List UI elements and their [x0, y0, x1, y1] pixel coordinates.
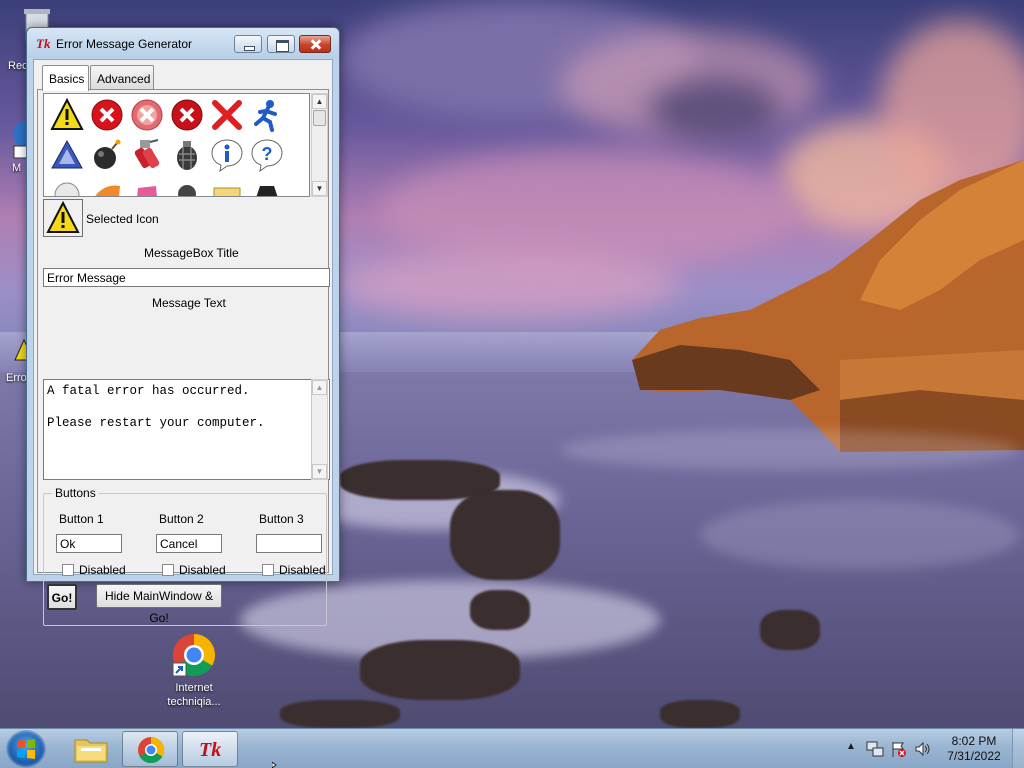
- tk-app-icon: Tk: [36, 36, 51, 51]
- hide-mainwindow-go-button[interactable]: Hide MainWindow & Go!: [96, 584, 222, 625]
- desktop-icon-label: Internet techniqia...: [167, 682, 221, 708]
- message-text-scrollbar[interactable]: ▲ ▼: [311, 379, 328, 480]
- button1-disabled-label: Disabled: [79, 563, 126, 577]
- close-button[interactable]: [299, 35, 331, 53]
- question-icon[interactable]: ?: [250, 138, 284, 172]
- button3-text-input[interactable]: [256, 534, 322, 553]
- scrollbar-thumb[interactable]: [313, 110, 326, 126]
- button3-disabled-label: Disabled: [279, 563, 326, 577]
- title-bar[interactable]: Tk Error Message Generator: [27, 28, 339, 58]
- dynamite-icon[interactable]: [130, 138, 164, 172]
- window-title: Error Message Generator: [56, 37, 193, 51]
- warning-icon[interactable]: [50, 98, 84, 132]
- icon-picker-list[interactable]: ?: [43, 93, 310, 197]
- hazard-triangle-icon[interactable]: [50, 138, 84, 172]
- messagebox-title-input[interactable]: Error Message: [43, 268, 330, 287]
- taskbar: Tk ▲ 8:02 PM 7/31/2022: [0, 728, 1024, 768]
- start-button[interactable]: [6, 730, 46, 768]
- gear-figure-icon[interactable]: [170, 178, 204, 197]
- go-button[interactable]: Go!: [47, 584, 77, 610]
- selected-icon-label: Selected Icon: [86, 212, 159, 226]
- maximize-button[interactable]: [267, 35, 295, 53]
- scroll-down-arrow-icon[interactable]: ▼: [312, 464, 327, 479]
- error-message-generator-window: Tk Error Message Generator Basics Advanc…: [26, 27, 340, 626]
- desktop-icon-chrome-shortcut[interactable]: Internet techniqia...: [156, 633, 232, 709]
- taskbar-chrome[interactable]: [122, 731, 178, 767]
- selected-icon-preview[interactable]: [43, 199, 83, 237]
- button2-text-input[interactable]: Cancel: [156, 534, 222, 553]
- scroll-down-arrow-icon[interactable]: ▼: [312, 181, 327, 196]
- taskbar-file-explorer[interactable]: [62, 731, 118, 767]
- basics-tab-panel: ? ▲ ▼ Selected Icon MessageBox Title Err…: [37, 89, 330, 626]
- clock-time: 8:02 PM: [951, 734, 997, 748]
- desktop-icon-label: M: [12, 162, 22, 174]
- show-hidden-icons-button[interactable]: ▲: [846, 741, 856, 752]
- tk-app-icon: Tk: [199, 739, 222, 761]
- system-tray: ▲: [840, 729, 936, 768]
- scroll-up-arrow-icon[interactable]: ▲: [312, 94, 327, 109]
- scroll-up-arrow-icon[interactable]: ▲: [312, 380, 327, 395]
- taskbar-clock[interactable]: 8:02 PM 7/31/2022: [936, 734, 1012, 764]
- orange-shape-icon[interactable]: [90, 178, 124, 197]
- show-desktop-button[interactable]: [1012, 729, 1024, 768]
- warning-icon: [46, 201, 80, 233]
- action-center-flag-icon[interactable]: [890, 740, 908, 758]
- message-text-label: Message Text: [152, 296, 226, 310]
- buttons-group: Buttons Button 1 Button 2 Button 3 Ok Ca…: [43, 486, 327, 626]
- icon-list-scrollbar[interactable]: ▲ ▼: [311, 93, 328, 197]
- pink-shape-icon[interactable]: [130, 178, 164, 197]
- grenade-icon[interactable]: [170, 138, 204, 172]
- button3-disabled-checkbox[interactable]: [262, 564, 274, 576]
- error-circle-icon[interactable]: [170, 98, 204, 132]
- buttons-group-legend: Buttons: [52, 486, 99, 500]
- info-icon[interactable]: [210, 138, 244, 172]
- button2-disabled-checkbox[interactable]: [162, 564, 174, 576]
- button1-text-input[interactable]: Ok: [56, 534, 122, 553]
- button2-disabled-label: Disabled: [179, 563, 226, 577]
- minimize-button[interactable]: [234, 35, 262, 53]
- figure-icon[interactable]: [250, 178, 284, 197]
- button2-label: Button 2: [159, 512, 204, 526]
- desktop-icon-label: Rec: [8, 60, 28, 72]
- red-x-icon[interactable]: [210, 98, 244, 132]
- tab-advanced[interactable]: Advanced: [90, 65, 154, 89]
- error-circle-icon[interactable]: [90, 98, 124, 132]
- folder-icon[interactable]: [210, 178, 244, 197]
- volume-icon[interactable]: [914, 740, 932, 758]
- running-man-icon[interactable]: [250, 98, 284, 132]
- globe-icon[interactable]: [50, 178, 84, 197]
- message-text-area[interactable]: A fatal error has occurred. Please resta…: [43, 379, 330, 480]
- chrome-icon: [172, 633, 216, 677]
- chrome-icon: [138, 736, 165, 764]
- window-client-area: Basics Advanced ? ▲ ▼ Selected Icon Mess…: [33, 59, 333, 626]
- bomb-icon[interactable]: [90, 138, 124, 172]
- tab-basics[interactable]: Basics: [42, 65, 89, 91]
- button1-disabled-checkbox[interactable]: [62, 564, 74, 576]
- file-explorer-icon: [74, 739, 108, 763]
- windows-logo-icon: [17, 739, 35, 759]
- taskbar-tk-app[interactable]: Tk: [182, 731, 238, 767]
- messagebox-title-label: MessageBox Title: [144, 246, 239, 260]
- button3-label: Button 3: [259, 512, 304, 526]
- clock-date: 7/31/2022: [947, 749, 1001, 763]
- svg-text:?: ?: [262, 144, 273, 164]
- desktop-icon-label: Erro: [6, 372, 27, 384]
- button1-label: Button 1: [59, 512, 104, 526]
- cliff-graphic: [632, 160, 1024, 452]
- network-icon[interactable]: [866, 740, 884, 758]
- mouse-cursor-icon: [272, 762, 277, 768]
- error-circle-faded-icon[interactable]: [130, 98, 164, 132]
